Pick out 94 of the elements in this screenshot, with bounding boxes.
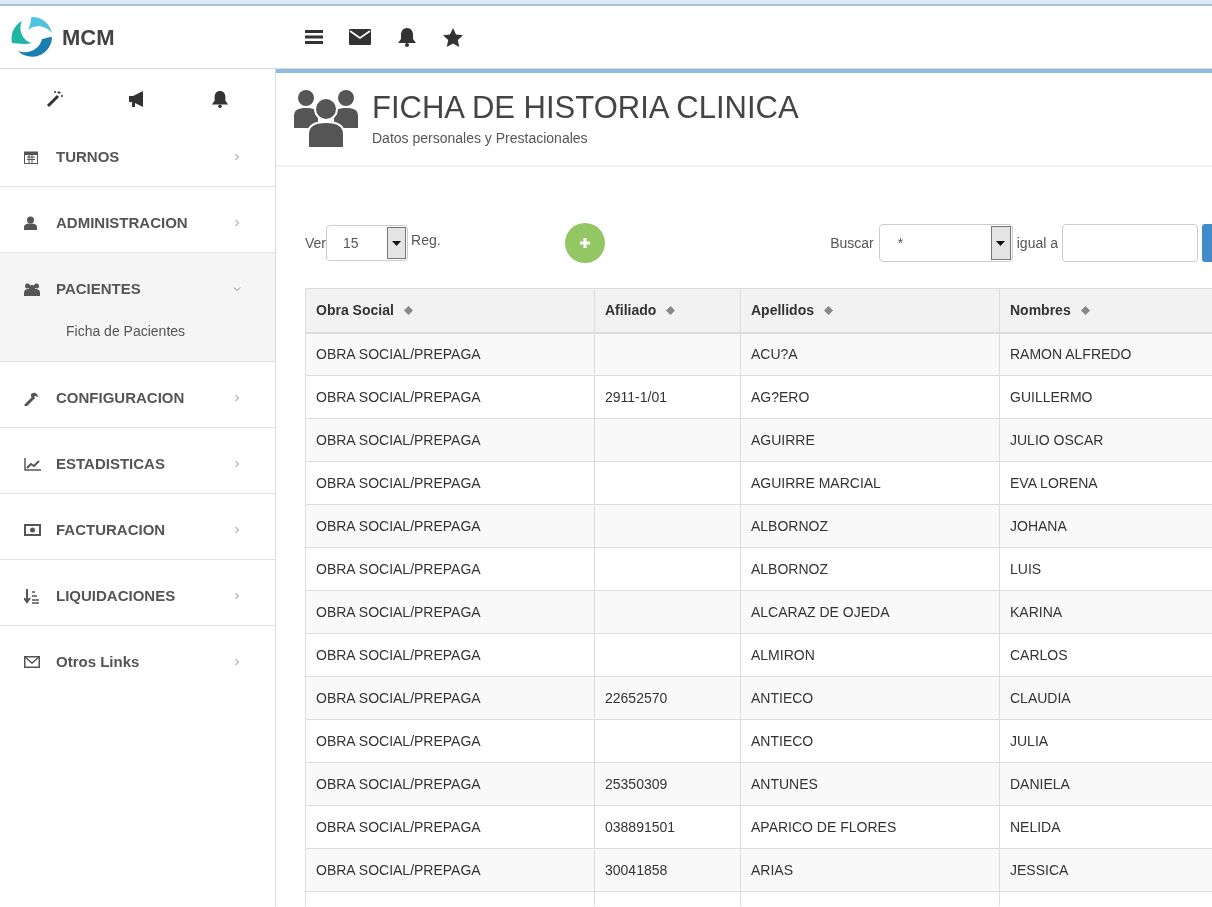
users-icon (24, 282, 40, 296)
chevron-right-icon (233, 658, 241, 666)
sort-icon (24, 588, 39, 604)
envelope-icon (24, 656, 40, 668)
bell-icon[interactable] (397, 27, 417, 47)
page-subtitle: Datos personales y Prestacionales (372, 128, 589, 148)
sidebar-subitem[interactable]: Ficha de Pacientes (0, 317, 275, 355)
chevron-right-icon (233, 460, 241, 468)
table-cell: DANIELA (1010, 775, 1070, 792)
table-cell: OBRA SOCIAL/PREPAGA (316, 345, 481, 362)
sidebar-item[interactable]: ADMINISTRACION (0, 195, 275, 251)
table-cell: NELIDA (1010, 818, 1061, 835)
chevron-right-icon (233, 592, 241, 600)
table-cell: ANTUNES (751, 775, 818, 792)
table-cell: ARIAS (751, 861, 793, 878)
table-cell: APARICO DE FLORES (751, 818, 897, 835)
envelope-icon[interactable] (349, 29, 371, 45)
chevron-right-icon (233, 526, 241, 534)
table-cell: ANTIECO (751, 689, 814, 706)
brand-name: MCM (62, 23, 115, 52)
table-cell: JESSICA (1010, 861, 1069, 878)
page-size-select[interactable]: 15 (326, 225, 408, 261)
table-cell: OBRA SOCIAL/PREPAGA (316, 818, 481, 835)
table-cell: OBRA SOCIAL/PREPAGA (316, 560, 481, 577)
table-cell: RAMON ALFREDO (1010, 345, 1132, 362)
chevron-right-icon (233, 394, 241, 402)
table-cell: CLAUDIA (1010, 689, 1071, 706)
table-cell: JULIO OSCAR (1010, 431, 1104, 448)
table-cell: 2911-1/01 (605, 388, 667, 405)
column-header[interactable]: Nombres (1010, 299, 1090, 321)
chevron-right-icon (233, 219, 241, 227)
table-cell: 30041858 (605, 861, 668, 878)
banknote-icon (24, 524, 41, 536)
table-cell: ALMIRON (751, 646, 815, 663)
page-title: FICHA DE HISTORIA CLINICA (372, 89, 799, 126)
sort-icon[interactable] (824, 305, 833, 315)
table-cell: OBRA SOCIAL/PREPAGA (316, 646, 481, 663)
table-cell: JOHANA (1010, 517, 1067, 534)
table-cell: ALBORNOZ (751, 517, 828, 534)
table-cell: GUILLERMO (1010, 388, 1093, 405)
column-header[interactable]: Obra Social (316, 299, 413, 321)
table-cell: EVA LORENA (1010, 474, 1098, 491)
calendar-icon (24, 150, 38, 164)
table-cell: AGUIRRE (751, 431, 815, 448)
search-label: Buscar (830, 233, 874, 253)
line-chart-icon (24, 457, 41, 471)
table-cell: OBRA SOCIAL/PREPAGA (316, 861, 481, 878)
wrench-icon (24, 390, 39, 406)
table-cell: OBRA SOCIAL/PREPAGA (316, 775, 481, 792)
table-cell: CARLOS (1010, 646, 1068, 663)
chevron-right-icon (233, 153, 241, 161)
user-icon (24, 216, 37, 230)
sidebar-item[interactable]: LIQUIDACIONES (0, 568, 275, 624)
bell-icon[interactable] (211, 89, 230, 109)
table-cell: AGUIRRE MARCIAL (751, 474, 881, 491)
table-cell: OBRA SOCIAL/PREPAGA (316, 517, 481, 534)
table-cell: LUIS (1010, 560, 1042, 577)
search-field-select[interactable]: * (878, 224, 1013, 262)
sidebar-item[interactable]: FACTURACION (0, 502, 275, 558)
table-cell: OBRA SOCIAL/PREPAGA (316, 474, 481, 491)
plus-icon (578, 237, 591, 249)
records-label: Reg. (411, 230, 441, 250)
sort-icon[interactable] (666, 305, 676, 315)
users-icon (292, 88, 360, 150)
table-cell: ACU?A (751, 345, 798, 362)
table-cell: OBRA SOCIAL/PREPAGA (316, 388, 481, 405)
table-cell: ALBORNOZ (751, 560, 828, 577)
sort-icon[interactable] (403, 305, 413, 315)
table-cell: OBRA SOCIAL/PREPAGA (316, 431, 481, 448)
table-cell: OBRA SOCIAL/PREPAGA (316, 603, 481, 620)
table-cell: 25350309 (605, 775, 668, 792)
sort-icon[interactable] (1080, 305, 1090, 315)
table-cell: 038891501 (605, 818, 676, 835)
table-cell: JULIA (1010, 732, 1049, 749)
table-cell: AG?ERO (751, 388, 810, 405)
table-cell: OBRA SOCIAL/PREPAGA (316, 732, 481, 749)
sidebar-item[interactable]: ESTADISTICAS (0, 436, 275, 492)
table-cell: ALCARAZ DE OJEDA (751, 603, 890, 620)
search-input[interactable] (1062, 224, 1198, 262)
table-cell: 22652570 (605, 689, 668, 706)
sidebar-item[interactable]: TURNOS (0, 129, 275, 185)
sidebar-item[interactable]: Otros Links (0, 634, 275, 690)
table-cell: ANTIECO (751, 732, 814, 749)
magic-wand-icon[interactable] (45, 90, 64, 108)
chevron-down-icon (233, 285, 241, 293)
show-label: Ver (305, 233, 326, 253)
table-cell: OBRA SOCIAL/PREPAGA (316, 689, 481, 706)
column-header[interactable]: Apellidos (751, 299, 833, 321)
menu-icon[interactable] (305, 29, 323, 45)
star-icon[interactable] (443, 27, 463, 47)
equals-label: igual a (1016, 233, 1058, 253)
table-cell: KARINA (1010, 603, 1063, 620)
sidebar-item[interactable]: CONFIGURACION (0, 370, 275, 426)
sidebar-item[interactable]: PACIENTES (0, 261, 275, 317)
